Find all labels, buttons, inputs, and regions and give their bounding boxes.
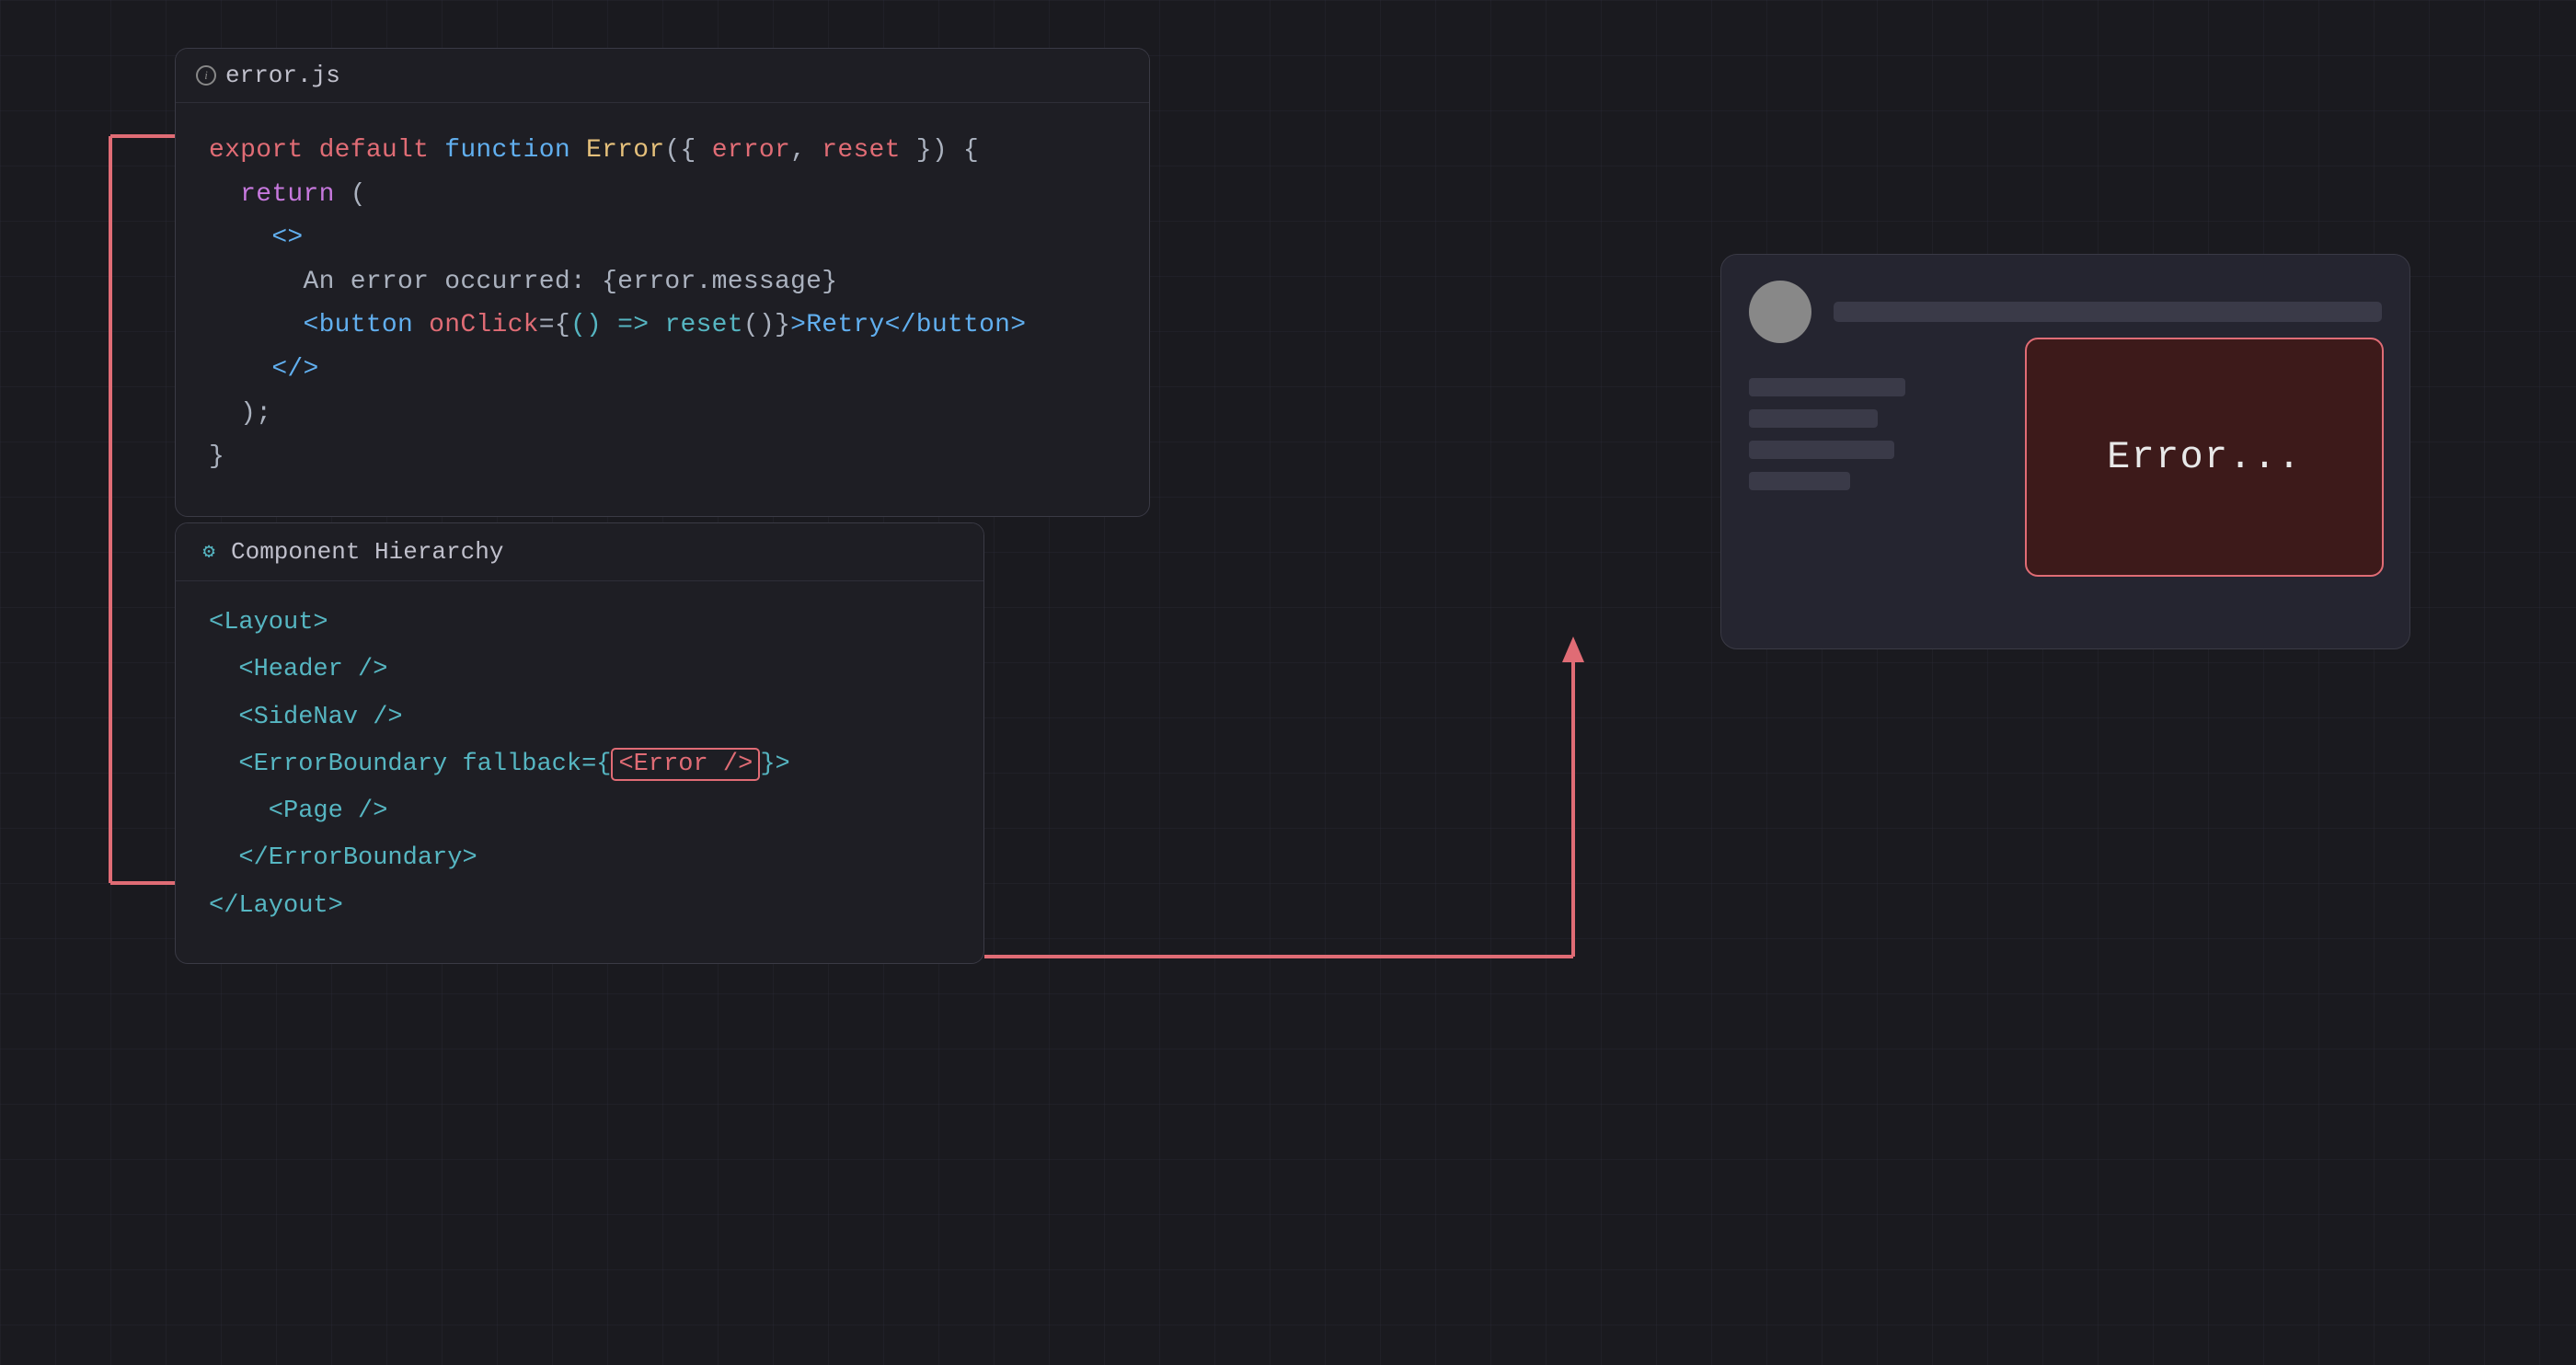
ui-preview-panel: Error... xyxy=(1720,254,2410,649)
content-bar-3 xyxy=(1749,441,1894,459)
content-bar-4 xyxy=(1749,472,1850,490)
panel-titlebar: i error.js xyxy=(176,49,1149,103)
error-overlay-text: Error... xyxy=(2107,435,2302,479)
content-bar-2 xyxy=(1749,409,1878,428)
hierarchy-line: </ErrorBoundary> xyxy=(209,835,950,882)
code-line: An error occurred: {error.message} xyxy=(209,260,1116,304)
header-bar xyxy=(1834,302,2382,322)
code-body: export default function Error({ error, r… xyxy=(176,103,1149,516)
code-panel: i error.js export default function Error… xyxy=(175,48,1150,517)
hierarchy-line: <ErrorBoundary fallback={<Error />}> xyxy=(209,741,950,788)
hierarchy-line: <Page /> xyxy=(209,788,950,835)
code-line: <button onClick={() => reset()}>Retry</b… xyxy=(209,304,1116,348)
panel-title: error.js xyxy=(225,62,340,89)
hierarchy-body: <Layout> <Header /> <SideNav /> <ErrorBo… xyxy=(176,581,983,963)
hierarchy-title: Component Hierarchy xyxy=(231,538,503,566)
hierarchy-line: <Layout> xyxy=(209,600,950,647)
content-bar-1 xyxy=(1749,378,1905,396)
hierarchy-line: <SideNav /> xyxy=(209,694,950,741)
hierarchy-panel: ⚙ Component Hierarchy <Layout> <Header /… xyxy=(175,522,984,964)
code-line: </> xyxy=(209,348,1116,392)
hierarchy-line: <Header /> xyxy=(209,647,950,694)
code-line: ); xyxy=(209,392,1116,436)
code-line: } xyxy=(209,435,1116,479)
code-line: <> xyxy=(209,216,1116,260)
avatar xyxy=(1749,281,1811,343)
hierarchy-titlebar: ⚙ Component Hierarchy xyxy=(176,523,983,581)
hierarchy-line: </Layout> xyxy=(209,883,950,930)
code-line: export default function Error({ error, r… xyxy=(209,129,1116,173)
info-icon: i xyxy=(196,65,216,86)
error-overlay: Error... xyxy=(2025,338,2384,577)
ui-left-bars xyxy=(1749,369,1905,490)
gear-icon: ⚙ xyxy=(196,539,222,565)
code-line: return ( xyxy=(209,173,1116,217)
